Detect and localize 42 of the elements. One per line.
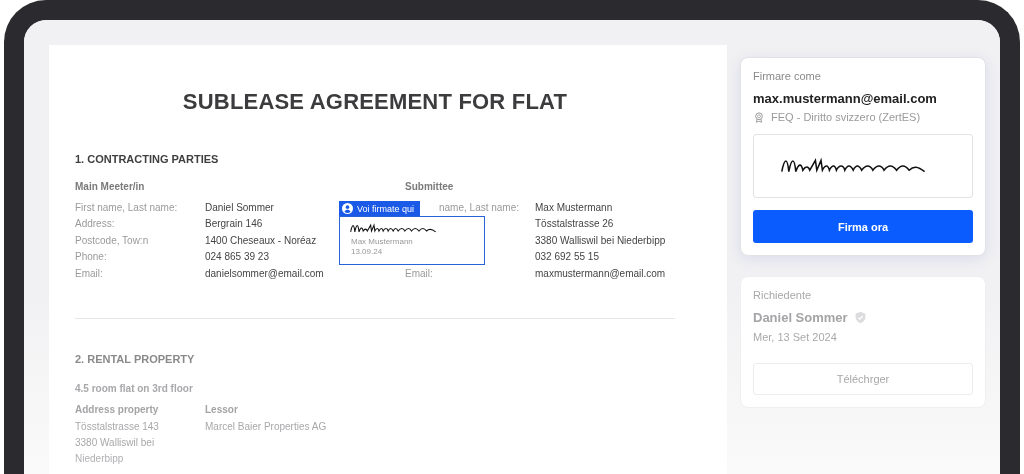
field-value: 032 692 55 15 xyxy=(535,251,599,263)
field-value: danielsommer@email.com xyxy=(205,267,324,279)
field-label: Postcode, Tow:n xyxy=(75,234,149,246)
property-text: 3380 Walliswil bei xyxy=(75,435,156,450)
signer-name: Max Mustermann xyxy=(351,237,414,247)
field-value: Max Mustermann xyxy=(535,201,613,213)
certificate-text: FEQ - Diritto svizzero (ZertES) xyxy=(771,111,921,123)
field-label: Email: xyxy=(75,267,103,279)
party-title: Main Meeter/in xyxy=(75,181,146,192)
section-heading: 1. CONTRACTING PARTIES xyxy=(75,153,220,165)
property-text: Niederbipp xyxy=(75,451,125,466)
signature-date: 13.09.24 xyxy=(351,246,384,256)
field-label: First name, Last name: xyxy=(75,201,178,213)
column-title: Address property xyxy=(75,403,160,415)
download-button[interactable]: Téléchrger xyxy=(753,363,973,395)
seal-icon xyxy=(753,111,765,123)
field-value: 024 865 39 23 xyxy=(205,251,269,263)
column-title: Lessor xyxy=(205,403,239,415)
sign-now-button[interactable]: Firma ora xyxy=(753,210,973,243)
property-text: Tösstalstrasse 143 xyxy=(75,419,160,434)
field-label: Phone: xyxy=(75,251,107,263)
property-subtitle: 4.5 room flat on 3rd floor xyxy=(75,382,194,394)
property-text: Marcel Baier Properties AG xyxy=(205,419,328,434)
field-label: name, Last name: xyxy=(439,201,520,213)
field-label: Email: xyxy=(405,267,433,279)
card-label: Richiedente xyxy=(753,289,813,301)
field-value: 3380 Walliswil bei Niederbipp xyxy=(535,234,666,246)
party-title: Submittee xyxy=(405,181,455,192)
field-value: Tösstalstrasse 26 xyxy=(535,218,614,230)
card-label: Firmare come xyxy=(753,70,822,82)
document-title: SUBLEASE AGREEMENT FOR FLAT xyxy=(181,89,569,115)
signer-email: max.mustermann@email.com xyxy=(753,91,938,106)
field-value: maxmustermann@email.com xyxy=(535,267,666,279)
badge-text: Voi firmate qui xyxy=(357,203,415,214)
field-value: Daniel Sommer xyxy=(205,201,274,213)
field-value: Bergrain 146 xyxy=(205,218,263,230)
field-value: 1400 Cheseaux - Noréaz xyxy=(205,234,317,246)
section-heading: 2. RENTAL PROPERTY xyxy=(75,352,196,365)
signature-field[interactable]: Max Mustermann 13.09.24 xyxy=(339,216,485,265)
requester-name: Daniel Sommer xyxy=(753,310,848,325)
request-date: Mer, 13 Set 2024 xyxy=(753,331,838,343)
field-label: Address: xyxy=(75,218,115,230)
